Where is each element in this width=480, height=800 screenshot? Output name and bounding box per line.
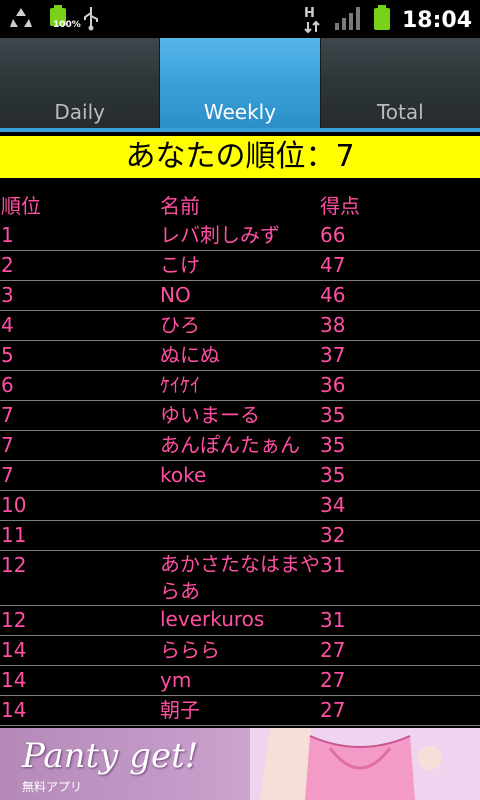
- signal-icon: [334, 5, 362, 35]
- period-tabs: Daily Weekly Total: [0, 38, 480, 130]
- name-cell: 朝子: [160, 698, 200, 722]
- ad-illustration: [250, 728, 480, 800]
- table-header: 順位 名前 得点: [0, 192, 480, 221]
- header-score: 得点: [320, 194, 360, 218]
- table-row: 11 32: [0, 521, 480, 551]
- rank-cell: 7: [1, 433, 14, 457]
- header-name: 名前: [160, 194, 200, 218]
- score-cell: 31: [320, 608, 346, 632]
- rank-cell: 6: [1, 373, 14, 397]
- score-cell: 38: [320, 313, 346, 337]
- score-cell: 32: [320, 523, 346, 547]
- ad-title: Panty get!: [22, 736, 199, 776]
- score-cell: 27: [320, 698, 346, 722]
- table-row: 1 レバ刺しみず 66: [0, 221, 480, 251]
- table-row: 14 ららら 27: [0, 636, 480, 666]
- hspa-icon: H: [302, 6, 324, 34]
- tab-underline: [0, 128, 480, 132]
- name-cell: ひろ: [160, 313, 200, 337]
- recycle-icon: [8, 5, 34, 35]
- table-row: 7 koke 35: [0, 461, 480, 491]
- rank-cell: 11: [1, 523, 27, 547]
- rank-cell: 14: [1, 638, 27, 662]
- name-cell: あかさたなはまやらあ: [160, 552, 320, 603]
- table-row: 6 ｹｲｹｲ 36: [0, 371, 480, 401]
- rank-cell: 7: [1, 403, 14, 427]
- clock: 18:04: [401, 7, 472, 33]
- table-row: 10 34: [0, 491, 480, 521]
- table-row: 12 あかさたなはまやらあ 31: [0, 551, 480, 606]
- score-cell: 34: [320, 493, 346, 517]
- battery-percent: 100%: [53, 20, 81, 30]
- table-row: 14 朝子 27: [0, 696, 480, 726]
- name-cell: レバ刺しみず: [160, 223, 280, 247]
- status-bar: 100% H 18:04: [0, 0, 480, 38]
- score-cell: 46: [320, 283, 346, 307]
- score-cell: 36: [320, 373, 346, 397]
- name-cell: leverkuros: [160, 607, 265, 631]
- ad-subtitle: 無料アプリ: [22, 780, 83, 794]
- table-row: 7 ゆいまーる 35: [0, 401, 480, 431]
- score-cell: 37: [320, 343, 346, 367]
- score-cell: 27: [320, 668, 346, 692]
- rank-cell: 12: [1, 608, 27, 632]
- rank-cell: 7: [1, 463, 14, 487]
- score-cell: 35: [320, 403, 346, 427]
- name-cell: [160, 521, 320, 550]
- rank-cell: 1: [1, 223, 14, 247]
- name-cell: ぬにぬ: [160, 343, 220, 367]
- my-rank-banner: あなたの順位：7: [0, 136, 480, 178]
- table-row: 4 ひろ 38: [0, 311, 480, 341]
- name-cell: ゆいまーる: [160, 403, 260, 427]
- name-cell: [160, 491, 320, 520]
- ranking-table: 順位 名前 得点 1 レバ刺しみず 66 2 こけ 47 3 NO 46 4 ひろ 38 5 ぬにぬ 37 6…: [0, 192, 480, 726]
- usb-icon: [82, 5, 100, 35]
- header-rank: 順位: [1, 194, 41, 218]
- rank-cell: 3: [1, 283, 14, 307]
- tab-daily[interactable]: Daily: [0, 38, 161, 130]
- table-row: 7 あんぽんたぁん 35: [0, 431, 480, 461]
- table-row: 2 こけ 47: [0, 251, 480, 281]
- battery-full-icon: [372, 4, 392, 36]
- table-row: 14 ym 27: [0, 666, 480, 696]
- table-row: 5 ぬにぬ 37: [0, 341, 480, 371]
- name-cell: ららら: [160, 638, 220, 662]
- rank-cell: 14: [1, 668, 27, 692]
- rank-cell: 2: [1, 253, 14, 277]
- score-cell: 66: [320, 223, 346, 247]
- name-cell: NO: [160, 283, 191, 307]
- name-cell: こけ: [160, 253, 200, 277]
- name-cell: ym: [160, 668, 192, 692]
- rank-cell: 14: [1, 698, 27, 722]
- rank-cell: 4: [1, 313, 14, 337]
- rank-cell: 5: [1, 343, 14, 367]
- score-cell: 47: [320, 253, 346, 277]
- ad-banner[interactable]: Panty get! 無料アプリ: [0, 728, 480, 800]
- score-cell: 27: [320, 638, 346, 662]
- rank-cell: 10: [1, 493, 27, 517]
- tab-weekly[interactable]: Weekly: [160, 38, 321, 130]
- rank-cell: 12: [1, 553, 27, 577]
- table-row: 3 NO 46: [0, 281, 480, 311]
- score-cell: 35: [320, 433, 346, 457]
- tab-total[interactable]: Total: [320, 38, 480, 130]
- score-cell: 31: [320, 553, 346, 577]
- table-row: 12 leverkuros 31: [0, 606, 480, 636]
- name-cell: koke: [160, 463, 207, 487]
- name-cell: ｹｲｹｲ: [160, 373, 200, 397]
- score-cell: 35: [320, 463, 346, 487]
- name-cell: あんぽんたぁん: [160, 433, 300, 457]
